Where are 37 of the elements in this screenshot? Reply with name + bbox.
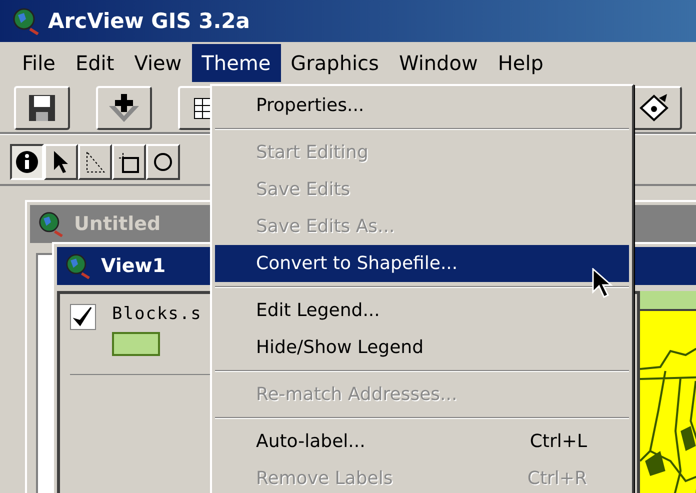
shortcut-label: Ctrl+R: [527, 468, 587, 489]
shortcut-label: Ctrl+L: [530, 431, 587, 452]
rectangle-icon: [117, 150, 141, 174]
globe-magnifier-icon: [38, 211, 64, 237]
info-icon: [15, 150, 39, 174]
menu-item[interactable]: Edit Legend...: [215, 292, 629, 329]
menu-item[interactable]: Auto-label... Ctrl+L: [215, 423, 629, 460]
select-feature-button[interactable]: [112, 144, 146, 180]
circle-icon: [153, 150, 173, 174]
save-button[interactable]: [14, 86, 70, 130]
theme-name: Blocks.s: [112, 304, 202, 324]
tool-button[interactable]: [146, 144, 180, 180]
menu-title[interactable]: View: [124, 44, 192, 82]
cursor-icon: [592, 268, 614, 300]
menu-item[interactable]: Properties...: [215, 87, 629, 124]
plus-arrow-icon: [107, 92, 141, 124]
pointer-button[interactable]: [44, 144, 78, 180]
checkbox[interactable]: [70, 304, 96, 330]
menu-title[interactable]: Edit: [65, 44, 124, 82]
menu-title[interactable]: Help: [488, 44, 554, 82]
window-title: View1: [101, 255, 166, 277]
window-title: Untitled: [74, 213, 161, 235]
menu-title[interactable]: File: [12, 44, 66, 82]
identify-button[interactable]: [10, 144, 44, 180]
menu-title[interactable]: Graphics: [280, 44, 389, 82]
menu-item[interactable]: Convert to Shapefile...: [215, 245, 629, 282]
globe-magnifier-icon: [12, 7, 40, 35]
window-title: ArcView GIS 3.2a: [48, 9, 250, 33]
add-theme-button[interactable]: [96, 86, 152, 130]
globe-magnifier-icon: [65, 253, 91, 279]
vertex-button[interactable]: [78, 144, 112, 180]
menu-item[interactable]: Hide/Show Legend: [215, 329, 629, 366]
dotted-triangle-icon: [84, 150, 106, 174]
diamond-arrow-icon: [637, 92, 671, 124]
menu-title[interactable]: Theme: [192, 44, 281, 82]
pointer-icon: [52, 150, 70, 174]
menu-title[interactable]: Window: [388, 44, 488, 82]
